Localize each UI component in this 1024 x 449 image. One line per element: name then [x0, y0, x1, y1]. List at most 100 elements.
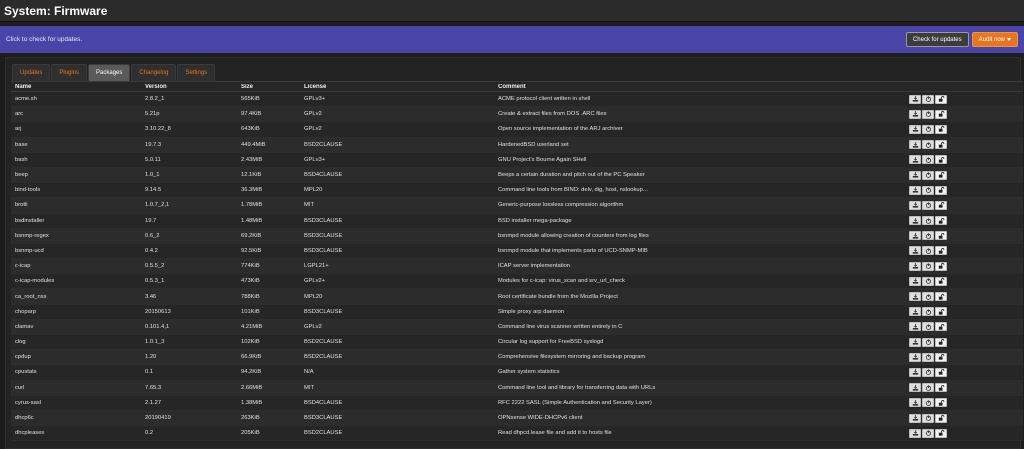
- lock-button[interactable]: [935, 155, 947, 165]
- row-actions: [909, 109, 1019, 119]
- reinstall-button[interactable]: [909, 398, 921, 408]
- cell-size: 2.66MiB: [241, 384, 263, 391]
- remove-button[interactable]: [922, 94, 934, 104]
- remove-button[interactable]: [922, 352, 934, 362]
- remove-button[interactable]: [922, 413, 934, 423]
- reinstall-button[interactable]: [909, 216, 921, 226]
- reinstall-button[interactable]: [909, 124, 921, 134]
- remove-button[interactable]: [922, 124, 934, 134]
- cell-comment: Command line tool and library for transf…: [498, 384, 656, 391]
- update-banner[interactable]: Click to check for updates. Check for up…: [0, 26, 1024, 53]
- lock-button[interactable]: [935, 428, 947, 438]
- reinstall-button[interactable]: [909, 322, 921, 332]
- unlock-icon: [938, 172, 945, 178]
- tab-updates[interactable]: Updates: [12, 64, 51, 81]
- reinstall-button[interactable]: [909, 231, 921, 241]
- unlock-icon: [938, 156, 945, 163]
- reinstall-button[interactable]: [909, 292, 921, 302]
- reinstall-button[interactable]: [909, 307, 921, 317]
- remove-button[interactable]: [922, 367, 934, 377]
- lock-button[interactable]: [935, 216, 947, 226]
- cell-comment: bsnmpd module allowing creation of count…: [498, 232, 649, 239]
- remove-button[interactable]: [922, 231, 934, 241]
- reinstall-button[interactable]: [909, 428, 921, 438]
- unlock-icon: [938, 217, 945, 224]
- reinstall-button[interactable]: [909, 109, 921, 119]
- cell-comment: Comprehensive filesystem mirroring and b…: [498, 354, 646, 361]
- remove-button[interactable]: [922, 155, 934, 165]
- tab-packages[interactable]: Packages: [88, 64, 131, 81]
- remove-button[interactable]: [922, 322, 934, 332]
- remove-button[interactable]: [922, 383, 934, 393]
- reinstall-button[interactable]: [909, 185, 921, 195]
- tab-changelog[interactable]: Changelog: [131, 64, 177, 81]
- lock-button[interactable]: [935, 246, 947, 256]
- remove-button[interactable]: [922, 246, 934, 256]
- remove-button[interactable]: [922, 307, 934, 317]
- tab-settings[interactable]: Settings: [177, 64, 216, 81]
- lock-button[interactable]: [935, 307, 947, 317]
- reinstall-button[interactable]: [909, 200, 921, 210]
- row-actions: [909, 216, 1019, 226]
- lock-button[interactable]: [935, 352, 947, 362]
- reinstall-button[interactable]: [909, 367, 921, 377]
- reinstall-button[interactable]: [909, 383, 921, 393]
- lock-button[interactable]: [935, 94, 947, 104]
- remove-button[interactable]: [922, 337, 934, 347]
- lock-button[interactable]: [935, 109, 947, 119]
- remove-button[interactable]: [922, 261, 934, 271]
- remove-button[interactable]: [922, 292, 934, 302]
- lock-button[interactable]: [935, 367, 947, 377]
- lock-button[interactable]: [935, 170, 947, 180]
- power-icon: [925, 172, 932, 178]
- lock-button[interactable]: [935, 398, 947, 408]
- lock-button[interactable]: [935, 124, 947, 134]
- check-for-updates-button[interactable]: Check for updates: [905, 32, 969, 47]
- reinstall-button[interactable]: [909, 413, 921, 423]
- lock-button[interactable]: [935, 383, 947, 393]
- lock-button[interactable]: [935, 292, 947, 302]
- unlock-icon: [938, 399, 945, 406]
- cell-size: 94.2KiB: [241, 369, 262, 376]
- lock-button[interactable]: [935, 413, 947, 423]
- remove-button[interactable]: [922, 216, 934, 226]
- reinstall-button[interactable]: [909, 170, 921, 180]
- remove-button[interactable]: [922, 398, 934, 408]
- cell-name: cpdup: [15, 354, 31, 361]
- table-row: ca_root_nss 3.46 788KiB MPL20 Root certifica…: [11, 289, 1023, 305]
- audit-now-button[interactable]: Audit now: [971, 32, 1018, 47]
- lock-button[interactable]: [935, 322, 947, 332]
- reinstall-button[interactable]: [909, 140, 921, 150]
- remove-button[interactable]: [922, 276, 934, 286]
- tab-plugins[interactable]: Plugins: [51, 64, 88, 81]
- lock-button[interactable]: [935, 337, 947, 347]
- reinstall-button[interactable]: [909, 276, 921, 286]
- reinstall-button[interactable]: [909, 246, 921, 256]
- lock-button[interactable]: [935, 140, 947, 150]
- lock-button[interactable]: [935, 200, 947, 210]
- remove-button[interactable]: [922, 428, 934, 438]
- remove-button[interactable]: [922, 140, 934, 150]
- banner-message[interactable]: Click to check for updates.: [6, 36, 906, 43]
- reinstall-button[interactable]: [909, 261, 921, 271]
- remove-button[interactable]: [922, 170, 934, 180]
- reinstall-button[interactable]: [909, 337, 921, 347]
- reinstall-button[interactable]: [909, 94, 921, 104]
- lock-button[interactable]: [935, 185, 947, 195]
- lock-button[interactable]: [935, 276, 947, 286]
- cell-name: bsnmp-ucd: [15, 247, 44, 254]
- cell-comment: bsnmpd module that implements parts of U…: [498, 247, 648, 254]
- reinstall-button[interactable]: [909, 352, 921, 362]
- cell-size: 12.1KiB: [241, 172, 262, 179]
- lock-button[interactable]: [935, 261, 947, 271]
- remove-button[interactable]: [922, 200, 934, 210]
- lock-button[interactable]: [935, 231, 947, 241]
- cell-name: ca_root_nss: [15, 293, 47, 300]
- table-row: cpdup 1.20 66.9KiB BSD2CLAUSE Comprehensive …: [11, 350, 1023, 366]
- cell-comment: Open source implementation of the ARJ ar…: [498, 126, 623, 133]
- remove-button[interactable]: [922, 109, 934, 119]
- reinstall-button[interactable]: [909, 155, 921, 165]
- cell-size: 101KiB: [241, 308, 260, 315]
- remove-button[interactable]: [922, 185, 934, 195]
- cell-name: dhcpleases: [15, 430, 45, 437]
